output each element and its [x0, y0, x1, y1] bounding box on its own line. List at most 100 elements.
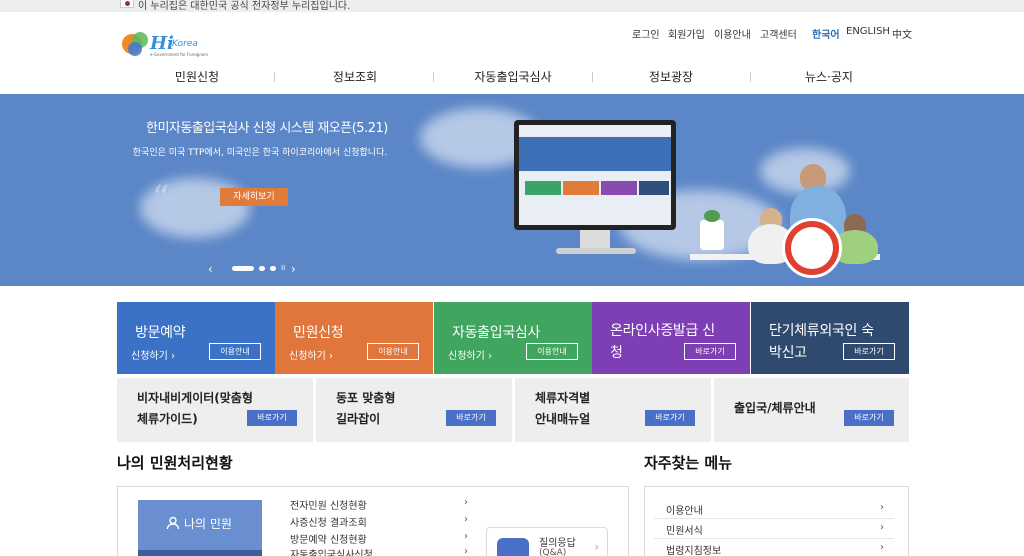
guide-title: 체류자격별안내매뉴얼 — [535, 388, 590, 430]
alarm-clock-illustration — [782, 218, 842, 278]
screen-tile — [601, 181, 637, 195]
chevron-right-icon: › — [464, 514, 468, 525]
chevron-right-icon: › — [464, 531, 468, 542]
qa-sub-label: (Q&A) — [539, 548, 567, 556]
lang-chinese[interactable]: 中文 — [892, 26, 912, 41]
service-link-e-civil[interactable]: 전자민원 신청현황 — [290, 497, 367, 512]
guide-title-line: 동포 맞춤형 — [336, 391, 396, 405]
monitor-base — [556, 248, 636, 254]
guide-compatriot[interactable]: 동포 맞춤형 길라잡이 바로가기 — [316, 378, 512, 442]
lang-korean[interactable]: 한국어 — [812, 26, 840, 41]
faq-item-usage-guide[interactable]: 이용안내 — [666, 502, 703, 517]
hero-banner: “ 한미자동출입국심사 신청 시스템 재오픈(5.21) 한국인은 미국 TTP… — [0, 94, 1024, 286]
service-link-auto-immigration[interactable]: 자동출입국심사신청 — [290, 546, 373, 556]
tile-civil-application[interactable]: 민원신청 신청하기 › 이용안내 — [275, 302, 433, 374]
my-status-title: 나의 민원처리현황 — [117, 454, 233, 472]
support-link[interactable]: 고객센터 — [760, 26, 797, 41]
guide-link[interactable]: 이용안내 — [714, 26, 751, 41]
chevron-right-icon: › — [464, 546, 468, 556]
login-link[interactable]: 로그인 — [632, 26, 660, 41]
my-civil-label: 나의 민원 — [184, 517, 232, 531]
screen-tile — [639, 181, 669, 195]
main-navigation: 민원신청 정보조회 자동출입국심사 정보광장 뉴스·공지 — [0, 62, 1024, 92]
screen-tile — [563, 181, 599, 195]
guide-title: 동포 맞춤형 길라잡이 — [336, 388, 395, 430]
nav-news-notice[interactable]: 뉴스·공지 — [764, 68, 894, 85]
tile-auto-immigration[interactable]: 자동출입국심사 신청하기 › 이용안내 — [434, 302, 592, 374]
guide-title: 출입국/체류안내 — [734, 398, 816, 419]
slider-next-button[interactable]: › — [291, 262, 296, 276]
hikorea-logo[interactable]: Hi Korea e-Government for Foreigners — [122, 30, 212, 60]
guide-title-line: 체류자격별 — [535, 391, 591, 405]
my-civil-card[interactable]: 나의 민원 — [138, 500, 262, 556]
guide-visa-navigator[interactable]: 비자내비게이터(맞춤형체류가이드) 바로가기 — [117, 378, 313, 442]
guide-goto-button[interactable]: 바로가기 — [844, 410, 894, 426]
nav-info-search[interactable]: 정보조회 — [290, 68, 420, 85]
tile-apply-link[interactable]: 신청하기 › — [448, 347, 492, 362]
screen-banner — [519, 137, 671, 171]
nav-civil-application[interactable]: 민원신청 — [132, 68, 262, 85]
tile-online-visa[interactable]: 온라인사증발급 신청 바로가기 — [592, 302, 750, 374]
faq-menu-title: 자주찾는 메뉴 — [644, 454, 733, 472]
slider-dot[interactable] — [270, 266, 276, 271]
hero-monitor-illustration — [514, 120, 676, 230]
my-civil-card-bar — [138, 550, 262, 556]
hero-description: 한국인은 미국 TTP에서, 미국인은 한국 하이코리아에서 신청합니다. — [132, 148, 388, 158]
gov-notice-bar: 이 누리집은 대한민국 공식 전자정부 누리집입니다. — [0, 0, 1024, 12]
guide-title-line: 안내매뉴얼 — [535, 412, 591, 426]
slider-pause-button[interactable]: II — [281, 264, 285, 272]
guide-title-line: 체류가이드) — [137, 412, 198, 426]
nav-separator — [274, 72, 275, 82]
signup-link[interactable]: 회원가입 — [668, 26, 705, 41]
nav-separator — [433, 72, 434, 82]
guide-goto-button[interactable]: 바로가기 — [446, 410, 496, 426]
chevron-right-icon: › — [464, 497, 468, 508]
gov-notice-text: 이 누리집은 대한민국 공식 전자정부 누리집입니다. — [138, 1, 351, 12]
monitor-screen — [519, 125, 671, 225]
faq-item-laws[interactable]: 법령지침정보 — [666, 542, 721, 556]
tile-short-stay-report[interactable]: 단기체류외국인 숙박신고 바로가기 — [751, 302, 909, 374]
tile-title: 방문예약 — [135, 325, 186, 341]
hero-quote-mark: “ — [152, 178, 170, 218]
tile-info-button[interactable]: 이용안내 — [367, 343, 419, 360]
service-link-visa-result[interactable]: 사증신청 결과조회 — [290, 514, 367, 529]
tile-apply-link[interactable]: 신청하기 › — [131, 347, 175, 362]
korea-flag-icon — [120, 0, 134, 8]
qa-label: 질의응답 — [539, 538, 576, 549]
slider-dot-active[interactable] — [232, 266, 254, 271]
service-link-visit-status[interactable]: 방문예약 신청현황 — [290, 531, 367, 546]
slider-prev-button[interactable]: ‹ — [208, 262, 213, 276]
nav-separator — [750, 72, 751, 82]
tile-goto-button[interactable]: 바로가기 — [684, 343, 736, 360]
hero-detail-button[interactable]: 자세히보기 — [220, 188, 288, 206]
faq-divider — [654, 518, 894, 519]
hero-title: 한미자동출입국심사 신청 시스템 재오픈(5.21) — [146, 121, 388, 136]
screen-tile — [525, 181, 561, 195]
tile-info-button[interactable]: 이용안내 — [526, 343, 578, 360]
tile-goto-button[interactable]: 바로가기 — [843, 343, 895, 360]
guide-immigration-info[interactable]: 출입국/체류안내 바로가기 — [714, 378, 909, 442]
user-icon — [166, 516, 180, 530]
logo-mark-blue — [128, 42, 142, 56]
nav-auto-immigration[interactable]: 자동출입국심사 — [448, 68, 578, 85]
guide-status-manual[interactable]: 체류자격별안내매뉴얼 바로가기 — [515, 378, 711, 442]
nav-separator — [592, 72, 593, 82]
logo-tagline: e-Government for Foreigners — [150, 52, 209, 57]
chevron-right-icon: › — [594, 540, 599, 554]
chevron-right-icon: › — [880, 542, 884, 553]
nav-info-plaza[interactable]: 정보광장 — [606, 68, 736, 85]
monitor-stand — [580, 230, 610, 250]
qa-button[interactable]: 질의응답 (Q&A) › — [486, 527, 608, 556]
tile-apply-link[interactable]: 신청하기 › — [289, 347, 333, 362]
guide-goto-button[interactable]: 바로가기 — [247, 410, 297, 426]
slider-dot[interactable] — [259, 266, 265, 271]
faq-item-civil-forms[interactable]: 민원서식 — [666, 522, 703, 537]
logo-mark-text: Hi — [150, 33, 174, 54]
guide-goto-button[interactable]: 바로가기 — [645, 410, 695, 426]
tile-info-button[interactable]: 이용안내 — [209, 343, 261, 360]
lang-english[interactable]: ENGLISH — [846, 26, 890, 37]
chevron-right-icon: › — [880, 502, 884, 513]
tile-visit-reservation[interactable]: 방문예약 신청하기 › 이용안내 — [117, 302, 275, 374]
clock-face — [791, 227, 833, 269]
guide-title-line: 비자내비게이터(맞춤형 — [137, 391, 253, 405]
